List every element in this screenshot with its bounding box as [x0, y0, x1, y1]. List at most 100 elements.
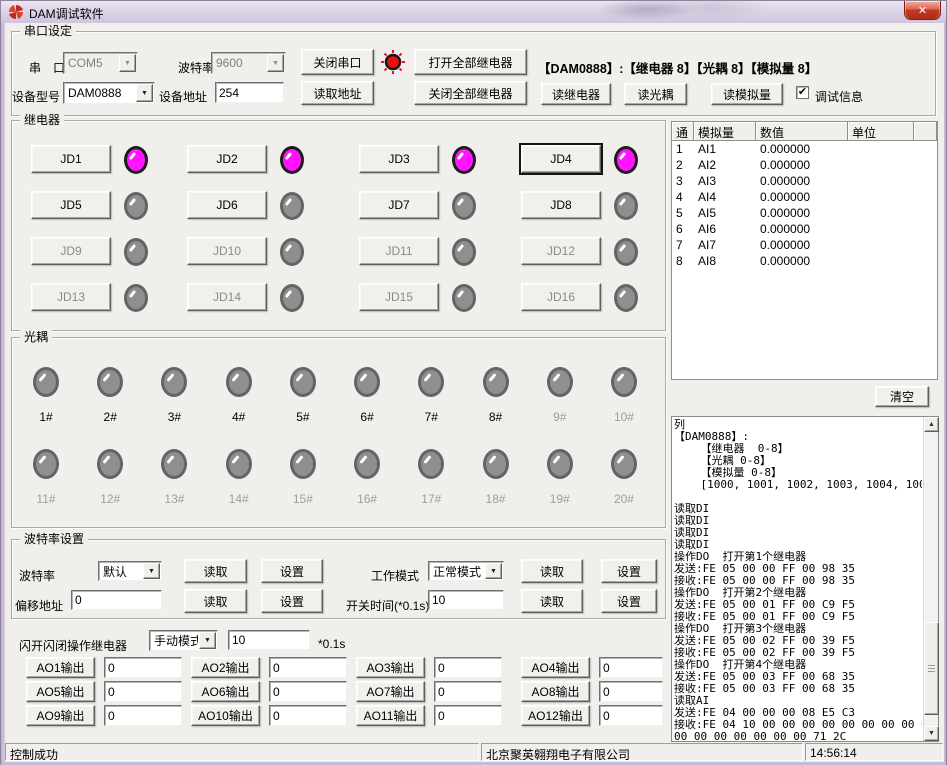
- relay-button[interactable]: JD8: [521, 191, 601, 219]
- device-address-input[interactable]: [215, 82, 284, 103]
- device-address-label: 设备地址: [159, 88, 207, 105]
- analog-row[interactable]: 7AI70.000000: [672, 237, 937, 253]
- ao-output-input[interactable]: [434, 681, 502, 702]
- ao-output-button[interactable]: AO2输出: [191, 657, 260, 678]
- ao-output-button[interactable]: AO5输出: [26, 681, 95, 702]
- scroll-up-button[interactable]: ▲: [924, 417, 939, 432]
- work-mode-read-button[interactable]: 读取: [521, 559, 583, 583]
- ao-output-button[interactable]: AO1输出: [26, 657, 95, 678]
- close-all-relays-button[interactable]: 关闭全部继电器: [414, 81, 527, 105]
- relay-button[interactable]: JD1: [31, 145, 111, 173]
- debug-log-box[interactable]: 列 【DAM0888】: 【继电器 0-8】 【光耦 0-8】 【模拟量 0-8…: [671, 416, 939, 742]
- column-header[interactable]: 通: [672, 122, 694, 141]
- ao-output-input[interactable]: [104, 681, 182, 702]
- relay-button[interactable]: JD2: [187, 145, 267, 173]
- clear-log-button[interactable]: 清空: [875, 386, 929, 407]
- ao-output-button[interactable]: AO6输出: [191, 681, 260, 702]
- ao-output-input[interactable]: [269, 657, 347, 678]
- ao-output-button[interactable]: AO11输出: [356, 705, 425, 726]
- relay-button[interactable]: JD5: [31, 191, 111, 219]
- ao-output-input[interactable]: [434, 705, 502, 726]
- analog-row[interactable]: 3AI30.000000: [672, 173, 937, 189]
- ao-output-input[interactable]: [599, 681, 663, 702]
- device-model-select[interactable]: DAM0888 ▼: [63, 82, 155, 104]
- baud-value-select[interactable]: 默认 ▼: [98, 561, 162, 581]
- chevron-down-icon: ▼: [485, 563, 502, 579]
- serial-open-indicator-icon: [379, 48, 407, 76]
- opto-item: 12#: [79, 449, 141, 506]
- baud-read-button[interactable]: 读取: [184, 559, 247, 583]
- relay-button: JD12: [521, 237, 601, 265]
- column-header[interactable]: 模拟量: [694, 122, 756, 141]
- chevron-down-icon: ▼: [119, 54, 136, 72]
- relay-button[interactable]: JD4: [521, 145, 601, 173]
- analog-row[interactable]: 5AI50.000000: [672, 205, 937, 221]
- com-port-select: COM5 ▼: [63, 52, 138, 74]
- log-line: 接收:FE 05 00 01 FF 00 C9 F5: [674, 611, 922, 623]
- ao-output-button[interactable]: AO8输出: [521, 681, 590, 702]
- analog-row[interactable]: 8AI80.000000: [672, 253, 937, 269]
- read-opto-button[interactable]: 读光耦: [624, 83, 687, 105]
- ao-output-button[interactable]: AO10输出: [191, 705, 260, 726]
- check-icon: ✔: [798, 87, 807, 98]
- log-line: 接收:FE 05 00 03 FF 00 68 35: [674, 683, 922, 695]
- offset-read-button[interactable]: 读取: [184, 589, 247, 613]
- flash-time-input[interactable]: [228, 630, 310, 650]
- close-serial-button[interactable]: 关闭串口: [301, 49, 374, 75]
- relay-button[interactable]: JD7: [359, 191, 439, 219]
- column-header-extra[interactable]: [914, 122, 937, 141]
- log-line: 读取DI: [674, 515, 922, 527]
- offset-set-button[interactable]: 设置: [261, 589, 323, 613]
- open-all-relays-button[interactable]: 打开全部继电器: [414, 49, 527, 75]
- analog-row[interactable]: 6AI60.000000: [672, 221, 937, 237]
- ao-output-button[interactable]: AO12输出: [521, 705, 590, 726]
- opto-item: 8#: [465, 367, 527, 424]
- relay-led: [124, 238, 148, 266]
- relay-button[interactable]: JD3: [359, 145, 439, 173]
- ao-output-input[interactable]: [269, 705, 347, 726]
- title-bar[interactable]: DAM调试软件 ✕: [1, 1, 946, 23]
- offset-address-input[interactable]: [71, 590, 162, 610]
- debug-info-checkbox[interactable]: ✔: [796, 86, 809, 99]
- relay-button[interactable]: JD6: [187, 191, 267, 219]
- ao-output-input[interactable]: [434, 657, 502, 678]
- relay-led: [614, 192, 638, 220]
- relay-led: [280, 146, 304, 174]
- ao-output-button[interactable]: AO9输出: [26, 705, 95, 726]
- opto-item: 2#: [79, 367, 141, 424]
- read-analog-button[interactable]: 读模拟量: [711, 83, 783, 105]
- status-company: 北京聚英翱翔电子有限公司: [481, 743, 803, 761]
- opto-item: 13#: [143, 449, 205, 506]
- ao-output-input[interactable]: [599, 657, 663, 678]
- work-mode-set-button[interactable]: 设置: [601, 559, 657, 583]
- ao-output-button[interactable]: AO4输出: [521, 657, 590, 678]
- column-header[interactable]: 单位: [848, 122, 914, 141]
- baud-set-button[interactable]: 设置: [261, 559, 323, 583]
- read-relays-button[interactable]: 读继电器: [541, 83, 611, 105]
- ao-output-input[interactable]: [104, 657, 182, 678]
- close-button[interactable]: ✕: [904, 1, 941, 20]
- opto-item: 4#: [208, 367, 270, 424]
- opto-item: 16#: [336, 449, 398, 506]
- ao-output-button[interactable]: AO7输出: [356, 681, 425, 702]
- flash-mode-select[interactable]: 手动模式 ▼: [149, 630, 218, 651]
- opto-led: [161, 449, 187, 479]
- read-address-button[interactable]: 读取地址: [301, 81, 374, 105]
- ao-output-button[interactable]: AO3输出: [356, 657, 425, 678]
- ao-output-input[interactable]: [599, 705, 663, 726]
- column-header[interactable]: 数值: [756, 122, 848, 141]
- ao-output-input[interactable]: [269, 681, 347, 702]
- scroll-down-button[interactable]: ▼: [924, 726, 939, 741]
- switch-time-set-button[interactable]: 设置: [601, 589, 657, 613]
- relay-group-label: 继电器: [20, 113, 64, 127]
- opto-led: [226, 449, 252, 479]
- debug-info-label: 调试信息: [815, 88, 863, 105]
- ao-output-input[interactable]: [104, 705, 182, 726]
- analog-row[interactable]: 4AI40.000000: [672, 189, 937, 205]
- switch-time-input[interactable]: [428, 590, 504, 610]
- scrollbar-thumb[interactable]: [924, 622, 939, 715]
- analog-row[interactable]: 2AI20.000000: [672, 157, 937, 173]
- work-mode-select[interactable]: 正常模式 ▼: [428, 561, 504, 581]
- analog-row[interactable]: 1AI10.000000: [672, 141, 937, 157]
- switch-time-read-button[interactable]: 读取: [521, 589, 583, 613]
